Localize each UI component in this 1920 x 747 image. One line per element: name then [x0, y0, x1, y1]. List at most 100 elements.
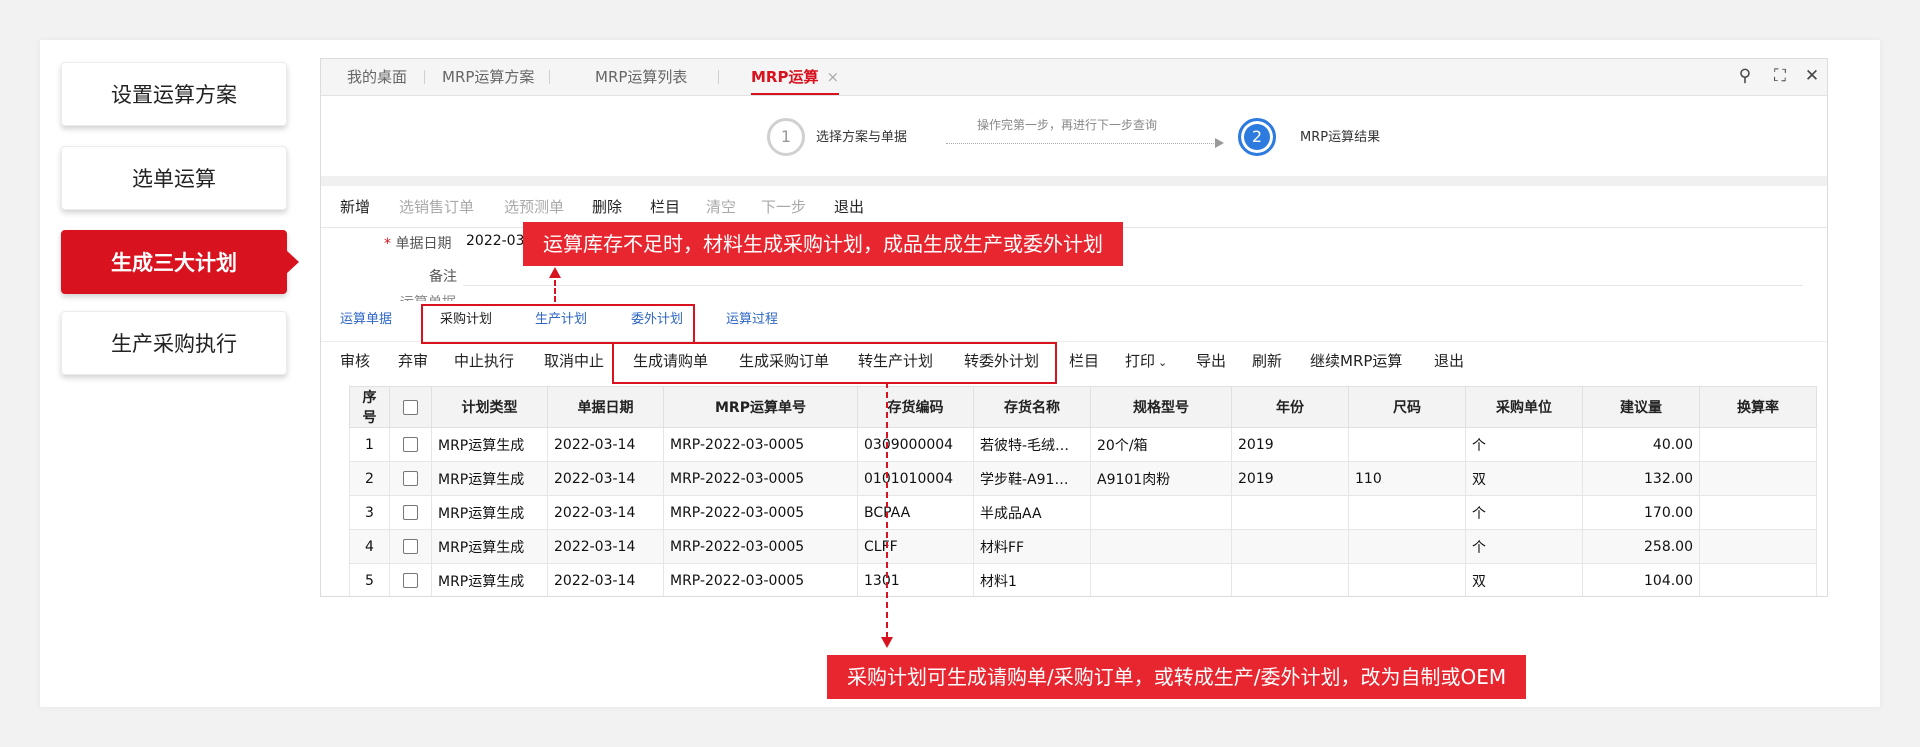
checkbox[interactable] — [403, 573, 418, 588]
tab-desktop[interactable]: 我的桌面 — [347, 59, 407, 95]
header-seq: 序号 — [349, 386, 390, 428]
suspend-button[interactable]: 中止执行 — [454, 342, 514, 380]
row-select[interactable] — [389, 461, 432, 496]
cell-size — [1348, 495, 1466, 530]
subtab-run-docs[interactable]: 运算单据 — [340, 303, 392, 337]
cell-item-name: 若彼特-毛绒… — [973, 427, 1091, 462]
columns-button[interactable]: 栏目 — [1069, 342, 1099, 380]
tab-close-icon[interactable]: × — [826, 68, 839, 86]
exit-button[interactable]: 退出 — [834, 187, 864, 227]
header-doc-date[interactable]: 单据日期 — [547, 386, 664, 428]
remark-label: 备注 — [429, 269, 457, 285]
arrow-right-icon — [1215, 138, 1224, 148]
wizard-step1-circle[interactable]: 1 — [767, 118, 805, 156]
checkbox[interactable] — [403, 437, 418, 452]
row-select[interactable] — [389, 563, 432, 596]
cell-mrp-no: MRP-2022-03-0005 — [663, 529, 858, 564]
header-year[interactable]: 年份 — [1231, 386, 1349, 428]
cell-suggested-qty: 132.00 — [1582, 461, 1700, 496]
tab-separator — [549, 70, 550, 84]
table-row[interactable]: 1 MRP运算生成 2022-03-14 MRP-2022-03-0005 03… — [349, 427, 1817, 462]
checkbox[interactable] — [403, 505, 418, 520]
tab-mrp-run[interactable]: MRP运算 × — [751, 59, 840, 95]
cancel-suspend-button[interactable]: 取消中止 — [544, 342, 604, 380]
checkbox[interactable] — [403, 539, 418, 554]
wizard-step1-label: 选择方案与单据 — [816, 130, 908, 145]
add-button[interactable]: 新增 — [340, 187, 370, 227]
row-select[interactable] — [389, 427, 432, 462]
continue-mrp-button[interactable]: 继续MRP运算 — [1310, 342, 1402, 380]
date-label: * 单据日期 — [384, 236, 452, 252]
highlight-plan-tabs — [421, 304, 695, 344]
table-header-row: 序号 计划类型 单据日期 MRP运算单号 存货编码 存货名称 规格型号 年份 尺… — [349, 386, 1817, 428]
plan-toolbar: 审核 弃审 中止执行 取消中止 生成请购单 生成采购订单 转生产计划 转委外计划… — [321, 341, 1827, 380]
table-row[interactable]: 4 MRP运算生成 2022-03-14 MRP-2022-03-0005 CL… — [349, 529, 1817, 564]
wizard-step2-label: MRP运算结果 — [1300, 130, 1381, 145]
cell-doc-date: 2022-03-14 — [547, 427, 664, 462]
remark-field[interactable] — [463, 285, 1803, 286]
exit-button[interactable]: 退出 — [1434, 342, 1464, 380]
cell-seq: 5 — [349, 563, 390, 596]
header-mrp-no[interactable]: MRP运算单号 — [663, 386, 858, 428]
callout-top: 运算库存不足时，材料生成采购计划，成品生成生产或委外计划 — [523, 222, 1123, 266]
cell-purchase-unit: 个 — [1465, 427, 1583, 462]
checkbox[interactable] — [403, 399, 418, 415]
cell-plan-type: MRP运算生成 — [431, 495, 548, 530]
tab-bar: 我的桌面 MRP运算方案 MRP运算列表 MRP运算 × ⚲ ⛶ ✕ — [321, 59, 1827, 96]
cell-suggested-qty: 40.00 — [1582, 427, 1700, 462]
export-button[interactable]: 导出 — [1196, 342, 1226, 380]
select-sales-order-button[interactable]: 选销售订单 — [399, 187, 474, 227]
row-select[interactable] — [389, 529, 432, 564]
header-purchase-unit[interactable]: 采购单位 — [1465, 386, 1583, 428]
arrow-up-icon — [549, 267, 561, 278]
table-row[interactable]: 2 MRP运算生成 2022-03-14 MRP-2022-03-0005 01… — [349, 461, 1817, 496]
step-select-run[interactable]: 选单运算 — [61, 146, 287, 210]
header-spec[interactable]: 规格型号 — [1090, 386, 1232, 428]
header-size[interactable]: 尺码 — [1348, 386, 1466, 428]
cell-mrp-no: MRP-2022-03-0005 — [663, 461, 858, 496]
table-row[interactable]: 5 MRP运算生成 2022-03-14 MRP-2022-03-0005 13… — [349, 563, 1817, 596]
subtab-run-process[interactable]: 运算过程 — [726, 303, 778, 337]
wizard-step2-circle[interactable]: 2 — [1238, 118, 1276, 156]
search-icon[interactable]: ⚲ — [1734, 65, 1756, 87]
date-field[interactable]: 2022-03 — [466, 233, 525, 249]
header-plan-type[interactable]: 计划类型 — [431, 386, 548, 428]
step-execute[interactable]: 生产采购执行 — [61, 311, 287, 375]
header-item-name[interactable]: 存货名称 — [973, 386, 1091, 428]
cell-doc-date: 2022-03-14 — [547, 495, 664, 530]
tab-mrp-list[interactable]: MRP运算列表 — [595, 59, 687, 95]
print-button[interactable]: 打印 ⌄ — [1125, 342, 1167, 380]
header-conversion-rate[interactable]: 换算率 — [1699, 386, 1817, 428]
header-select-all[interactable] — [389, 386, 432, 428]
cell-spec — [1090, 529, 1232, 564]
cell-year: 2019 — [1231, 461, 1349, 496]
row-select[interactable] — [389, 495, 432, 530]
refresh-button[interactable]: 刷新 — [1252, 342, 1282, 380]
chevron-down-icon: ⌄ — [1158, 356, 1168, 369]
tab-separator — [424, 70, 425, 84]
cell-item-code: CLFF — [857, 529, 974, 564]
cell-item-code: 1301 — [857, 563, 974, 596]
step-generate-plans[interactable]: 生成三大计划 — [61, 230, 299, 294]
close-icon[interactable]: ✕ — [1801, 65, 1823, 87]
table-row[interactable]: 3 MRP运算生成 2022-03-14 MRP-2022-03-0005 BC… — [349, 495, 1817, 530]
select-forecast-button[interactable]: 选预测单 — [504, 187, 564, 227]
checkbox[interactable] — [403, 471, 418, 486]
cell-purchase-unit: 双 — [1465, 563, 1583, 596]
header-suggested-qty[interactable]: 建议量 — [1582, 386, 1700, 428]
header-item-code[interactable]: 存货编码 — [857, 386, 974, 428]
delete-button[interactable]: 删除 — [592, 187, 622, 227]
step-set-plan[interactable]: 设置运算方案 — [61, 62, 287, 126]
cell-size — [1348, 529, 1466, 564]
cell-purchase-unit: 个 — [1465, 529, 1583, 564]
unapprove-button[interactable]: 弃审 — [398, 342, 428, 380]
maximize-icon[interactable]: ⛶ — [1769, 65, 1791, 87]
cell-item-name: 材料1 — [973, 563, 1091, 596]
columns-button[interactable]: 栏目 — [650, 187, 680, 227]
clear-button[interactable]: 清空 — [706, 187, 736, 227]
tab-mrp-plan[interactable]: MRP运算方案 — [442, 59, 534, 95]
approve-button[interactable]: 审核 — [340, 342, 370, 380]
cell-plan-type: MRP运算生成 — [431, 461, 548, 496]
next-step-button[interactable]: 下一步 — [761, 187, 806, 227]
cell-spec — [1090, 563, 1232, 596]
